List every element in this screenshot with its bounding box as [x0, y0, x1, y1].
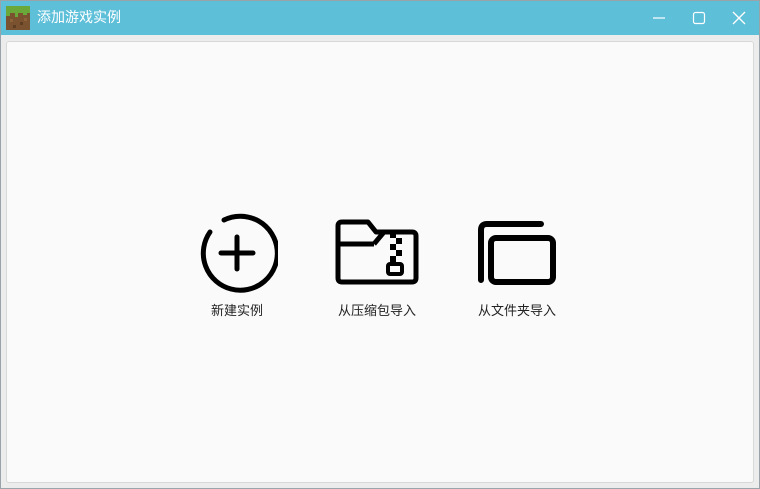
dialog-window: 添加游戏实例 新建实例 从压缩包导入 从文件夹导入 — [0, 0, 760, 489]
plus-circle-icon — [200, 213, 278, 293]
minimize-button[interactable] — [639, 1, 679, 35]
title-bar[interactable]: 添加游戏实例 — [1, 1, 759, 35]
import-folder-button[interactable]: 从文件夹导入 — [467, 212, 567, 322]
maximize-icon — [692, 11, 706, 25]
close-button[interactable] — [719, 1, 759, 35]
new-instance-button[interactable]: 新建实例 — [187, 212, 287, 322]
import-zip-button[interactable]: 从压缩包导入 — [322, 212, 432, 322]
maximize-button[interactable] — [679, 1, 719, 35]
close-icon — [732, 11, 746, 25]
import-zip-label: 从压缩包导入 — [337, 304, 416, 319]
import-folder-label: 从文件夹导入 — [477, 304, 556, 319]
new-instance-label: 新建实例 — [210, 304, 263, 319]
zip-folder-icon — [335, 219, 419, 285]
grass-block-icon — [6, 6, 30, 30]
window-title: 添加游戏实例 — [37, 10, 121, 26]
content-area: 新建实例 从压缩包导入 从文件夹导入 — [6, 41, 754, 483]
folder-copy-icon — [478, 221, 556, 285]
minimize-icon — [653, 17, 665, 19]
